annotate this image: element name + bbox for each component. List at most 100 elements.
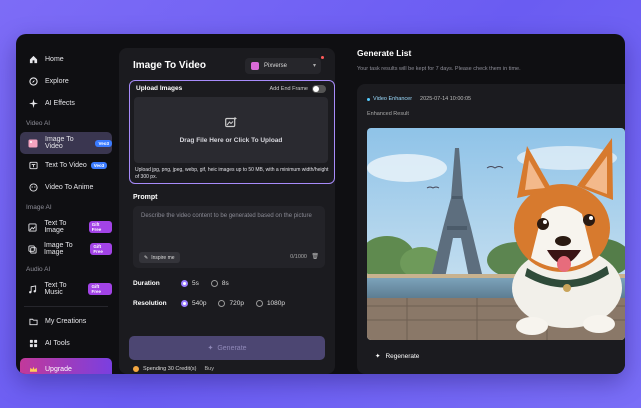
- model-select[interactable]: Pixverse ▾: [245, 58, 321, 74]
- folder-icon: [28, 316, 38, 326]
- sidebar-item-label: Image To Video: [45, 136, 74, 150]
- enhanced-result-label: Enhanced Result: [367, 111, 409, 117]
- veo3-badge: Veo3: [95, 139, 112, 147]
- inspire-label: Inspire me: [151, 254, 175, 261]
- generate-button[interactable]: ✦ Generate: [129, 336, 325, 360]
- sparkle-icon: ✦: [375, 353, 381, 360]
- upgrade-button[interactable]: Upgrade: [20, 358, 112, 374]
- radio-selected: [181, 300, 188, 307]
- sidebar-item-label: Home: [45, 55, 64, 63]
- upgrade-label: Upgrade: [45, 365, 72, 373]
- sidebar-item-label: My Creations: [45, 317, 87, 325]
- sidebar-item-my-creations[interactable]: My Creations: [20, 310, 112, 332]
- option-label: 8s: [221, 280, 229, 287]
- sidebar-item-ai-tools[interactable]: AI Tools: [20, 332, 112, 354]
- duration-label: Duration: [133, 280, 160, 287]
- text-image-icon: [28, 222, 37, 232]
- credits-label: Spending 30 Credit(s): [143, 366, 197, 372]
- generate-label: Generate: [217, 344, 247, 352]
- image-video-icon: [28, 138, 38, 148]
- option-label: 540p: [192, 300, 207, 307]
- grid-icon: [28, 338, 38, 348]
- prompt-label: Prompt: [133, 194, 158, 201]
- anime-icon: [28, 182, 38, 192]
- result-card: Video Enhancer 2025-07-14 10:00:05 Enhan…: [357, 84, 625, 374]
- result-image[interactable]: [367, 128, 625, 340]
- music-icon: [28, 284, 37, 294]
- panel-title: Image To Video: [133, 60, 206, 71]
- buy-link[interactable]: Buy: [205, 366, 214, 372]
- radio-selected: [181, 280, 188, 287]
- coin-icon: [133, 366, 139, 372]
- resolution-720p-option[interactable]: 720p: [218, 300, 244, 307]
- section-audio-ai: Audio AI: [26, 266, 51, 273]
- corgi-eiffel-illustration: [367, 128, 625, 340]
- sidebar: Home Explore AI Effects Video AI Image T…: [16, 34, 116, 374]
- resolution-540p-option[interactable]: 540p: [181, 300, 206, 307]
- prompt-input[interactable]: Describe the video content to be generat…: [133, 206, 325, 268]
- upload-hint: Upload jpg, png, jpeg, webp, gif, heic i…: [135, 167, 329, 180]
- compass-icon: [28, 76, 38, 86]
- image-image-icon: [28, 244, 37, 254]
- sidebar-item-text-to-music[interactable]: Text To Music Gift Free: [20, 278, 112, 300]
- generate-list-title: Generate List: [357, 48, 412, 58]
- trash-icon[interactable]: 🗑: [311, 253, 319, 260]
- gift-free-badge: Gift Free: [88, 221, 112, 233]
- end-frame-toggle[interactable]: [312, 85, 326, 93]
- sidebar-item-label: Text To Music: [44, 282, 67, 296]
- resolution-1080p-option[interactable]: 1080p: [255, 300, 286, 307]
- notification-dot: [321, 56, 324, 59]
- sidebar-item-ai-effects[interactable]: AI Effects: [20, 92, 112, 114]
- text-video-icon: [28, 160, 38, 170]
- duration-row: Duration 5s 8s: [133, 280, 241, 287]
- home-icon: [28, 54, 38, 64]
- sidebar-item-label: Image To Image: [44, 242, 73, 256]
- regenerate-label: Regenerate: [385, 352, 420, 360]
- veo3-badge: Veo3: [90, 161, 108, 169]
- sparkle-icon: ✦: [207, 345, 214, 352]
- end-frame-control: Add End Frame: [269, 85, 326, 93]
- radio-unselected: [210, 280, 218, 287]
- crown-icon: [28, 364, 38, 374]
- model-label: Pixverse: [264, 63, 288, 69]
- option-label: 1080p: [266, 300, 286, 307]
- duration-8s-option[interactable]: 8s: [210, 280, 229, 287]
- generate-list-subtitle: Your task results will be kept for 7 day…: [357, 66, 521, 72]
- credits-info: Spending 30 Credit(s) Buy: [133, 366, 214, 372]
- result-meta: Video Enhancer 2025-07-14 10:00:05: [367, 96, 471, 102]
- sidebar-item-explore[interactable]: Explore: [20, 70, 112, 92]
- upload-section: Upload Images Add End Frame Drag File He…: [129, 80, 335, 184]
- inspire-me-button[interactable]: ✎ Inspire me: [139, 252, 180, 263]
- drop-text: Drag File Here or Click To Upload: [179, 136, 283, 144]
- regenerate-button[interactable]: ✦ Regenerate: [375, 352, 420, 361]
- timestamp: 2025-07-14 10:00:05: [420, 96, 472, 102]
- sidebar-item-label: Explore: [45, 77, 69, 85]
- sidebar-item-label: Text To Image: [44, 220, 67, 234]
- end-frame-label: Add End Frame: [269, 86, 308, 92]
- wand-icon: ✎: [144, 254, 149, 261]
- radio-unselected: [255, 300, 263, 307]
- resolution-row: Resolution 540p 720p 1080p: [133, 300, 297, 307]
- radio-unselected: [218, 300, 226, 307]
- sidebar-item-video-to-anime[interactable]: Video To Anime: [20, 176, 112, 198]
- option-label: 720p: [229, 300, 244, 307]
- video-enhancer-tag: Video Enhancer: [367, 96, 412, 102]
- option-label: 5s: [192, 280, 199, 287]
- sidebar-item-text-to-image[interactable]: Text To Image Gift Free: [20, 216, 112, 238]
- sidebar-item-image-to-image[interactable]: Image To Image Gift Free: [20, 238, 112, 260]
- image-upload-icon: [225, 116, 237, 131]
- image-to-video-panel: Image To Video Pixverse ▾ Upload Images …: [119, 48, 335, 374]
- sidebar-item-label: Video To Anime: [45, 183, 94, 191]
- prompt-placeholder: Describe the video content to be generat…: [141, 213, 312, 219]
- upload-label: Upload Images: [136, 85, 183, 92]
- duration-5s-option[interactable]: 5s: [181, 280, 199, 287]
- resolution-label: Resolution: [133, 300, 167, 307]
- section-image-ai: Image AI: [26, 204, 52, 211]
- gift-free-badge: Gift Free: [90, 243, 112, 255]
- sparkle-icon: [28, 98, 38, 108]
- sidebar-item-image-to-video[interactable]: Image To Video Veo3: [20, 132, 112, 154]
- sidebar-item-text-to-video[interactable]: Text To Video Veo3: [20, 154, 112, 176]
- sidebar-item-label: Text To Video: [45, 161, 87, 169]
- sidebar-item-home[interactable]: Home: [20, 48, 112, 70]
- upload-drop-zone[interactable]: Drag File Here or Click To Upload: [134, 97, 328, 163]
